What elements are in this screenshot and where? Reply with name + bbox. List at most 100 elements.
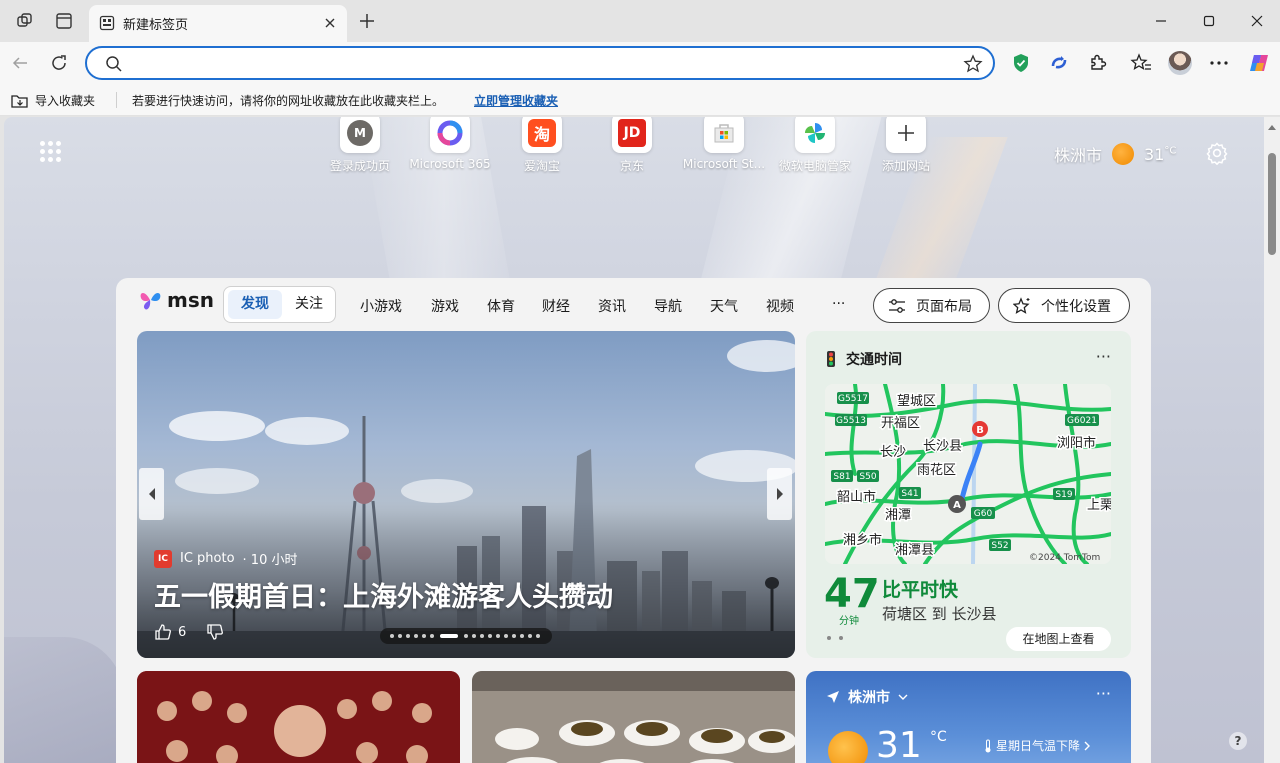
traffic-minutes: 47: [824, 571, 880, 617]
favbar-hint: 若要进行快速访问，请将你的网址收藏放在此收藏夹栏上。: [132, 94, 445, 108]
maximize-button[interactable]: [1196, 8, 1222, 34]
import-favorites-button[interactable]: 导入收藏夹: [11, 92, 95, 109]
nav-navigation[interactable]: 导航: [654, 296, 682, 316]
audience-photo: [137, 671, 460, 763]
tab-discover[interactable]: 发现: [228, 290, 282, 319]
weather-temp-unit: °C: [1164, 145, 1177, 157]
weather-card-unit: °C: [930, 729, 947, 745]
manage-favorites-link[interactable]: 立即管理收藏夹: [474, 92, 558, 109]
map-shield: S41: [901, 489, 918, 499]
personalize-button[interactable]: 个性化设置: [998, 288, 1130, 323]
help-question-icon[interactable]: ?: [1229, 732, 1247, 750]
shield-extension-icon[interactable]: [1009, 51, 1033, 75]
news-card-food[interactable]: [472, 671, 795, 763]
extensions-puzzle-icon[interactable]: [1086, 51, 1110, 75]
close-tab-icon[interactable]: [321, 14, 339, 32]
favorites-icon[interactable]: [1129, 51, 1153, 75]
refresh-button[interactable]: [46, 50, 72, 76]
traffic-more-button[interactable]: ···: [1096, 347, 1111, 366]
nav-mini-games[interactable]: 小游戏: [360, 296, 402, 316]
quicklink-pc-manager[interactable]: 微软电脑管家: [769, 117, 861, 177]
weather-card-temp: 31: [876, 725, 922, 763]
traffic-pager[interactable]: [827, 636, 843, 640]
traffic-card[interactable]: 交通时间 ··· B A G5517 G5513 G6021 S81 S50 S…: [806, 331, 1131, 658]
hero-prev-button[interactable]: [139, 468, 164, 520]
quicklink-jd[interactable]: JD 京东: [586, 117, 678, 177]
map-label: 湘潭县: [895, 543, 934, 558]
microsoft-store-icon: [714, 124, 734, 143]
quicklink-taobao[interactable]: 淘 爱淘宝: [496, 117, 588, 177]
weather-card-more-button[interactable]: ···: [1096, 684, 1111, 703]
traffic-map[interactable]: B A G5517 G5513 G6021 S81 S50 S41 G60 S1…: [825, 384, 1111, 564]
food-photo: [472, 671, 795, 763]
nav-finance[interactable]: 财经: [542, 296, 570, 316]
nav-video[interactable]: 视频: [766, 296, 794, 316]
nav-more[interactable]: ···: [832, 296, 845, 312]
thermometer-icon: [985, 739, 991, 752]
ic-photo-logo-icon: IC: [154, 549, 172, 568]
background-furniture: [4, 637, 124, 763]
apps-grid-icon[interactable]: [40, 141, 62, 163]
address-bar[interactable]: [85, 46, 995, 80]
weather-card-note[interactable]: 星期日气温下降: [984, 737, 1091, 754]
scrollbar-thumb[interactable]: [1268, 153, 1276, 255]
weather-card-location[interactable]: 株洲市: [826, 687, 908, 707]
hero-next-button[interactable]: [767, 468, 792, 520]
quicklink-login-page[interactable]: M 登录成功页: [314, 117, 406, 177]
vertical-tabs-icon[interactable]: [53, 10, 75, 32]
sliders-icon: [889, 298, 905, 313]
quicklink-label: Microsoft St...: [682, 157, 766, 171]
map-shield: S81: [833, 472, 850, 482]
svg-text:B: B: [976, 425, 984, 436]
weather-summary[interactable]: 株洲市 31°C: [1054, 141, 1176, 167]
news-card-audience[interactable]: [137, 671, 460, 763]
hero-source: IC IC photo · 10 小时: [154, 549, 298, 568]
quicklink-microsoft-365[interactable]: Microsoft 365: [404, 117, 496, 177]
new-tab-button[interactable]: [356, 10, 378, 32]
traffic-minutes-unit: 分钟: [839, 616, 859, 627]
page-layout-button[interactable]: 页面布局: [873, 288, 990, 323]
workspaces-icon[interactable]: [14, 10, 36, 32]
weather-card[interactable]: 株洲市 ··· 31 °C 星期日气温下降: [806, 671, 1131, 763]
tab-following[interactable]: 关注: [284, 290, 334, 319]
nav-weather[interactable]: 天气: [710, 296, 738, 316]
nav-sports[interactable]: 体育: [487, 296, 515, 316]
favorite-star-icon[interactable]: [963, 54, 983, 78]
view-on-map-button[interactable]: 在地图上查看: [1006, 627, 1111, 651]
page-scrollbar[interactable]: [1264, 117, 1280, 763]
map-shield: G6021: [1067, 416, 1097, 426]
tab-new-tab[interactable]: 新建标签页: [89, 5, 347, 42]
thumbs-down-icon[interactable]: [206, 623, 224, 641]
map-shield: S50: [859, 472, 876, 482]
traffic-light-icon: [827, 351, 835, 367]
quicklink-microsoft-store[interactable]: Microsoft St...: [678, 117, 770, 177]
hero-time: · 10 小时: [242, 553, 298, 568]
copilot-icon[interactable]: [1247, 51, 1271, 75]
minimize-button[interactable]: [1148, 8, 1174, 34]
quicklink-label: Microsoft 365: [409, 157, 491, 171]
back-button[interactable]: [7, 50, 33, 76]
nav-news[interactable]: 资讯: [598, 296, 626, 316]
profile-avatar[interactable]: [1168, 51, 1192, 75]
page-settings-gear-icon[interactable]: [1205, 141, 1229, 166]
carousel-indicator[interactable]: [380, 628, 552, 644]
close-window-button[interactable]: [1244, 8, 1270, 34]
address-input[interactable]: [131, 53, 951, 73]
msn-logo[interactable]: msn: [138, 288, 214, 312]
hero-headline[interactable]: 五一假期首日：上海外滩游客人头攒动: [154, 575, 613, 614]
hero-article-card[interactable]: IC IC photo · 10 小时 五一假期首日：上海外滩游客人头攒动 6: [137, 331, 795, 658]
scroll-up-arrow-icon[interactable]: [1268, 125, 1276, 130]
taobao-glyph: 淘: [533, 125, 550, 144]
weather-temp: 31°C: [1144, 145, 1176, 164]
quicklink-add-site[interactable]: 添加网站: [860, 117, 952, 177]
quicklink-label: 登录成功页: [329, 159, 390, 173]
map-shield: S19: [1055, 490, 1072, 500]
more-options-icon[interactable]: [1207, 51, 1231, 75]
import-favorites-label: 导入收藏夹: [35, 94, 96, 108]
thumbs-up-icon[interactable]: [154, 623, 172, 641]
nav-games[interactable]: 游戏: [431, 296, 459, 316]
map-shield: S52: [991, 541, 1008, 551]
sync-extension-icon[interactable]: [1047, 51, 1071, 75]
map-label: 湘乡市: [843, 532, 882, 548]
hero-source-name[interactable]: IC photo: [180, 551, 235, 566]
